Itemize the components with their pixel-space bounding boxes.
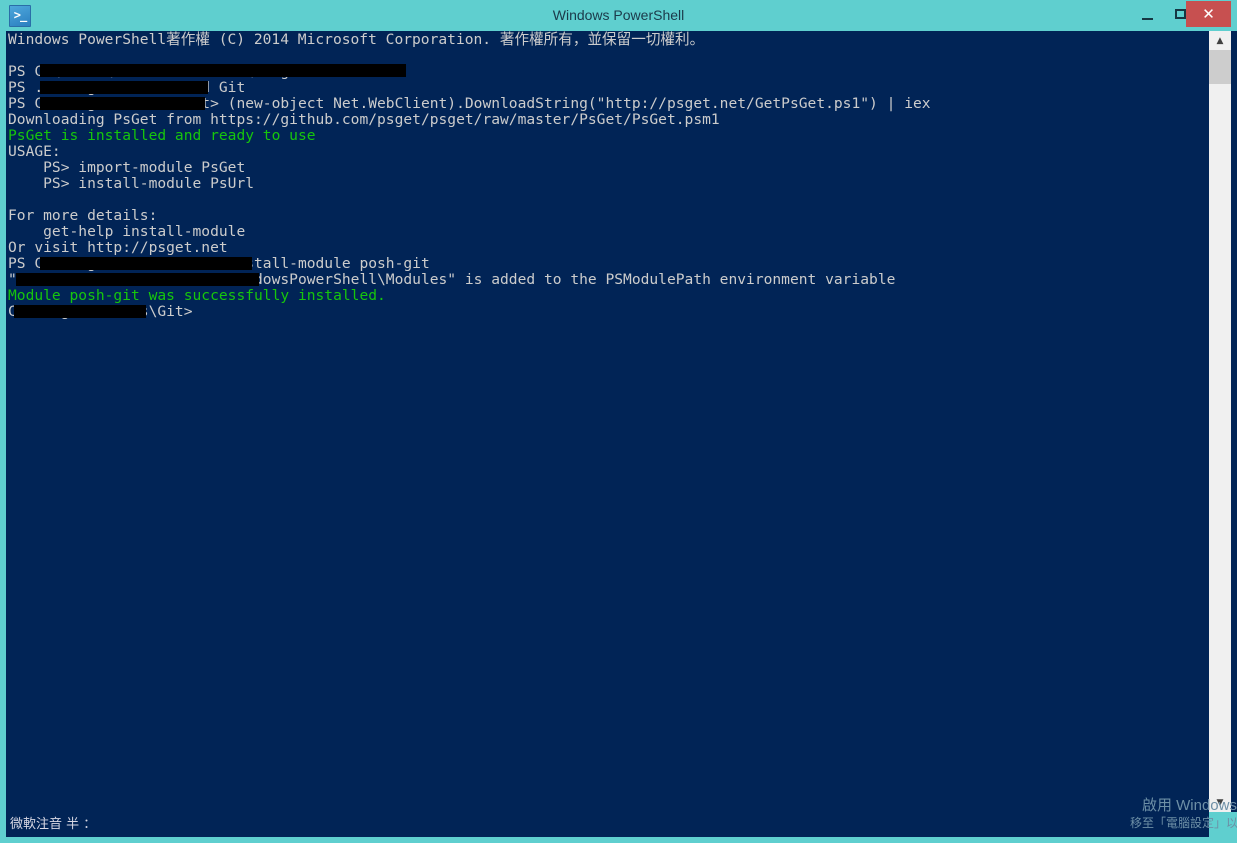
console-line: For more details: [8,207,158,224]
redaction-bar [40,257,252,270]
redaction-bar [40,81,208,94]
scroll-up-arrow-icon[interactable]: ▲ [1209,31,1231,50]
redaction-bar [14,305,146,318]
powershell-icon[interactable]: >_ [9,5,31,27]
ime-status-bar[interactable]: 微軟注音 半 ： [6,812,1209,837]
console-scrollbar[interactable]: ▲ ▼ [1209,31,1231,812]
minimize-icon [1142,18,1153,20]
console-line: PS> import-module PsGet [8,159,246,176]
console-line: Windows PowerShell著作權 (C) 2014 Microsoft… [8,31,705,48]
console-line: PS> install-module PsUrl [8,175,255,192]
console-line: Module posh-git was successfully install… [8,287,386,304]
console-line: Downloading PsGet from https://github.co… [8,111,720,128]
minimize-button[interactable] [1131,0,1164,28]
console-line: C:\Program Files\Git> [8,303,193,320]
bottom-strip: 微軟注音 半 ： [0,812,1237,843]
scrollbar-thumb[interactable] [1209,50,1231,84]
console-line: PsGet is installed and ready to use [8,127,316,144]
redaction-bar [40,97,205,110]
maximize-icon [1175,9,1186,19]
close-button[interactable]: ✕ [1186,1,1231,27]
scroll-down-arrow-icon[interactable]: ▼ [1209,793,1231,812]
title-bar: >_ Windows PowerShell ✕ [0,0,1237,31]
close-icon: ✕ [1202,5,1215,23]
powershell-window: >_ Windows PowerShell ✕ Windows PowerShe… [0,0,1237,843]
console-line: Or visit http://psget.net [8,239,228,256]
redaction-bar [40,64,406,77]
window-title: Windows PowerShell [552,7,685,23]
console-line: USAGE: [8,143,61,160]
console-output-area[interactable]: Windows PowerShell著作權 (C) 2014 Microsoft… [6,31,1209,812]
console-line: get-help install-module [8,223,246,240]
powershell-icon-glyph: >_ [13,8,27,22]
redaction-bar [16,273,259,286]
